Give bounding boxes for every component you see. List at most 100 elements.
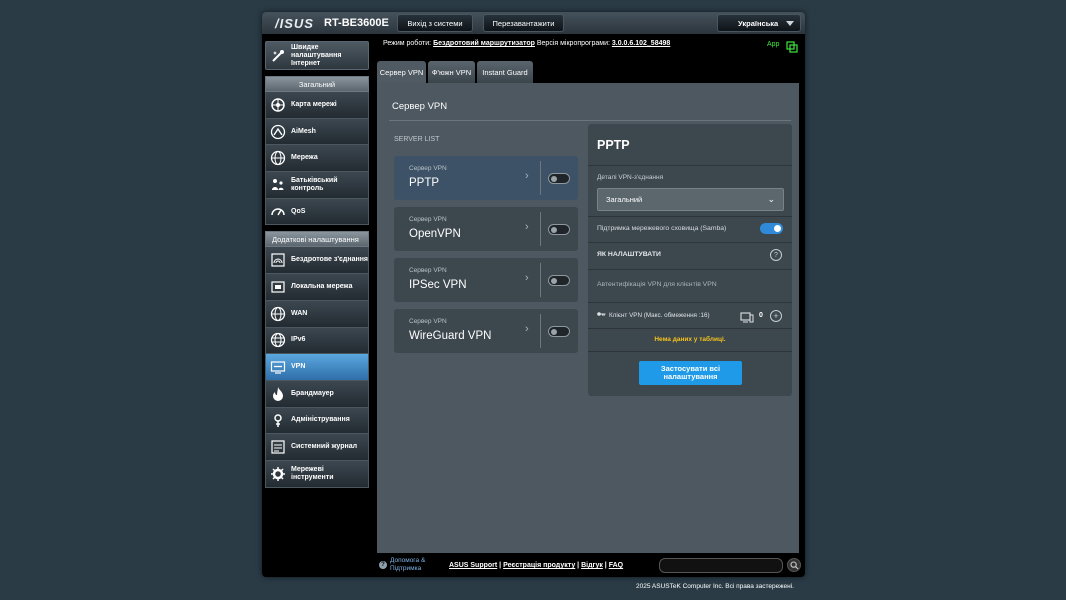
divider bbox=[540, 161, 541, 195]
server-card-name: WireGuard VPN bbox=[409, 330, 492, 342]
divider bbox=[540, 263, 541, 297]
ipv6-globe-icon bbox=[270, 332, 286, 348]
chevron-right-icon: › bbox=[525, 323, 529, 335]
sidebar-item-network-map[interactable]: Карта мережі bbox=[265, 92, 369, 119]
sidebar-item-qos[interactable]: QoS bbox=[265, 198, 369, 226]
divider bbox=[588, 165, 792, 166]
app-label[interactable]: App bbox=[767, 41, 779, 48]
apply-all-button[interactable]: Застосувати всі налаштування bbox=[639, 361, 742, 385]
parental-control-icon bbox=[270, 177, 286, 193]
sidebar-item-network-tools[interactable]: Мережеві інструменти bbox=[265, 460, 369, 488]
server-card-openvpn[interactable]: Сервер VPN OpenVPN › bbox=[394, 207, 578, 251]
sidebar-item-label: WAN bbox=[291, 309, 308, 317]
chevron-right-icon: › bbox=[525, 170, 529, 182]
sidebar-item-quick-internet-setup[interactable]: Швидке налаштування Інтернет bbox=[265, 41, 369, 70]
sidebar-item-firewall[interactable]: Брандмауер bbox=[265, 380, 369, 408]
reboot-button[interactable]: Перезавантажити bbox=[483, 14, 564, 32]
vpn-details-select[interactable]: Загальний ⌄ bbox=[597, 188, 784, 211]
vpn-details-label: Деталі VPN-з'єднання bbox=[597, 174, 664, 181]
sidebar-item-label: Бездротове з'єднання bbox=[291, 256, 368, 264]
server-card-name: IPSec VPN bbox=[409, 279, 467, 291]
add-client-icon[interactable]: + bbox=[770, 310, 782, 322]
detail-title: PPTP bbox=[597, 138, 630, 152]
globe-icon bbox=[270, 150, 286, 166]
feedback-link[interactable]: Відгук bbox=[581, 562, 603, 569]
server-toggle[interactable] bbox=[548, 326, 570, 337]
samba-support-toggle[interactable] bbox=[760, 223, 783, 234]
language-select[interactable]: Українська bbox=[717, 14, 801, 32]
sidebar-item-administration[interactable]: Адміністрування bbox=[265, 407, 369, 435]
how-to-setup-label: ЯК НАЛАШТУВАТИ bbox=[597, 251, 661, 258]
key-icon bbox=[597, 311, 606, 319]
faq-link[interactable]: FAQ bbox=[609, 562, 623, 569]
help-icon: ? bbox=[379, 561, 387, 569]
sidebar-item-label: VPN bbox=[291, 363, 306, 371]
model-name: RT-BE3600E bbox=[324, 17, 389, 29]
server-card-subtitle: Сервер VPN bbox=[409, 216, 447, 223]
lan-icon bbox=[270, 279, 286, 295]
sidebar-item-aimesh[interactable]: AiMesh bbox=[265, 118, 369, 146]
sidebar-item-wireless[interactable]: Бездротове з'єднання bbox=[265, 247, 369, 275]
sidebar-item-label: Швидке налаштування Інтернет bbox=[291, 43, 342, 67]
vpn-auth-label: Автентифікація VPN для клієнтів VPN bbox=[597, 281, 717, 288]
sidebar: Швидке налаштування Інтернет Загальний К… bbox=[265, 41, 369, 488]
sidebar-item-parental-control[interactable]: Батьківський контроль bbox=[265, 172, 369, 199]
server-card-name: OpenVPN bbox=[409, 228, 461, 240]
no-data-message: Нема даних у таблиці. bbox=[654, 336, 726, 343]
server-toggle[interactable] bbox=[548, 224, 570, 235]
sidebar-item-network[interactable]: Мережа bbox=[265, 145, 369, 173]
aimesh-icon bbox=[270, 124, 286, 140]
copyright-text: 2025 ASUSTeK Computer Inc. Всі права зас… bbox=[636, 583, 794, 590]
server-card-pptp[interactable]: Сервер VPN PPTP › bbox=[394, 156, 578, 200]
firewall-icon bbox=[270, 386, 286, 402]
app-icon[interactable] bbox=[786, 40, 798, 58]
sidebar-item-lan[interactable]: Локальна мережа bbox=[265, 274, 369, 301]
server-card-subtitle: Сервер VPN bbox=[409, 165, 447, 172]
footer-links: ASUS Support | Реєстрація продукту | Від… bbox=[449, 562, 624, 569]
samba-support-label: Підтримка мережевого сховища (Samba) bbox=[597, 225, 727, 232]
chevron-right-icon: › bbox=[525, 221, 529, 233]
server-card-subtitle: Сервер VPN bbox=[409, 318, 447, 325]
firmware-version-link[interactable]: 3.0.0.6.102_58498 bbox=[612, 40, 670, 47]
divider bbox=[588, 302, 792, 303]
vpn-client-label: Клієнт VPN (Макс. обмеження :16) bbox=[609, 311, 710, 319]
tab-vpn-fusion[interactable]: Ф'южн VPN bbox=[428, 61, 475, 83]
sidebar-item-label: Брандмауер bbox=[291, 389, 334, 397]
server-card-wireguard[interactable]: Сервер VPN WireGuard VPN › bbox=[394, 309, 578, 353]
server-toggle[interactable] bbox=[548, 173, 570, 184]
page-title: Сервер VPN bbox=[392, 101, 448, 112]
tab-vpn-server[interactable]: Сервер VPN bbox=[377, 61, 426, 83]
server-card-ipsec[interactable]: Сервер VPN IPSec VPN › bbox=[394, 258, 578, 302]
wan-globe-icon bbox=[270, 306, 286, 322]
help-support-link[interactable]: Допомога & Підтримка bbox=[390, 557, 440, 572]
sidebar-item-label: Системний журнал bbox=[291, 443, 358, 451]
divider bbox=[588, 328, 792, 329]
chevron-down-icon bbox=[786, 21, 794, 26]
help-icon[interactable]: ? bbox=[770, 249, 782, 261]
sidebar-item-vpn[interactable]: VPN bbox=[265, 354, 369, 381]
sidebar-item-wan[interactable]: WAN bbox=[265, 300, 369, 328]
asus-support-link[interactable]: ASUS Support bbox=[449, 562, 497, 569]
advanced-section-title: Додаткові налаштування bbox=[265, 231, 369, 248]
divider bbox=[588, 242, 792, 243]
sidebar-item-system-log[interactable]: Системний журнал bbox=[265, 434, 369, 461]
vpn-details-select-value: Загальний bbox=[606, 195, 643, 204]
sidebar-item-label: Мережеві інструменти bbox=[291, 465, 334, 481]
wand-icon bbox=[270, 48, 286, 64]
search-icon[interactable] bbox=[787, 558, 801, 572]
tab-instant-guard[interactable]: Instant Guard bbox=[477, 61, 533, 83]
search-input[interactable] bbox=[659, 558, 783, 573]
admin-icon bbox=[270, 412, 286, 428]
language-label: Українська bbox=[738, 18, 779, 28]
logout-button[interactable]: Вихід з системи bbox=[397, 14, 473, 32]
product-registration-link[interactable]: Реєстрація продукту bbox=[503, 562, 575, 569]
asus-logo: /ISUS bbox=[275, 16, 314, 31]
sidebar-item-label: Локальна мережа bbox=[291, 282, 353, 290]
router-admin-window: /ISUS RT-BE3600E Вихід з системи Перезав… bbox=[262, 12, 805, 577]
sidebar-item-ipv6[interactable]: IPv6 bbox=[265, 327, 369, 355]
firmware-label: Версія мікропрограми: bbox=[536, 40, 610, 47]
operation-mode-link[interactable]: Бездротовий маршрутизатор bbox=[433, 40, 535, 47]
general-section-title: Загальний bbox=[265, 76, 369, 92]
sidebar-item-label: AiMesh bbox=[291, 127, 316, 135]
server-toggle[interactable] bbox=[548, 275, 570, 286]
